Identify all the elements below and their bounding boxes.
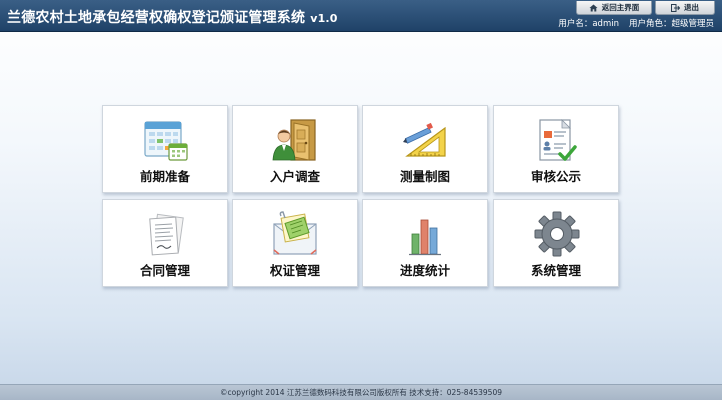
footer-copyright: ©copyright 2014 江苏兰德数码科技有限公司版权所有 技术支持：02… <box>0 384 722 400</box>
review-document-check-icon <box>539 119 577 161</box>
module-label: 前期准备 <box>139 169 190 184</box>
module-tile-household-survey[interactable]: 入户调查 <box>232 105 358 193</box>
module-tile-progress-statistics[interactable]: 进度统计 <box>362 199 488 287</box>
logout-icon <box>671 3 680 12</box>
contract-papers-icon <box>149 213 184 256</box>
gear-icon <box>534 211 580 257</box>
module-label: 测量制图 <box>399 169 450 184</box>
module-tile-review-publicity[interactable]: 审核公示 <box>493 105 619 193</box>
module-label: 审核公示 <box>530 169 581 184</box>
logout-button-label: 退出 <box>684 3 699 12</box>
survey-mapping-triangle-icon <box>403 122 446 157</box>
module-label: 系统管理 <box>530 263 581 278</box>
bar-chart-icon <box>409 219 441 256</box>
user-role-label: 用户角色：超级管理员 <box>628 19 714 29</box>
module-tile-contract-management[interactable]: 合同管理 <box>102 199 228 287</box>
top-bar: 兰德农村土地承包经营权确权登记颁证管理系统 v1.0 返回主界面 退出 用户名：a… <box>0 0 722 32</box>
module-label: 进度统计 <box>399 263 450 278</box>
module-label: 入户调查 <box>269 169 320 184</box>
home-button[interactable]: 返回主界面 <box>576 1 652 15</box>
planning-calendar-icon <box>144 121 188 161</box>
module-tile-planning[interactable]: 前期准备 <box>102 105 228 193</box>
app-version: v1.0 <box>310 12 338 25</box>
user-info: 用户名：admin 用户角色：超级管理员 <box>548 17 714 29</box>
module-tile-certificate-management[interactable]: 权证管理 <box>232 199 358 287</box>
household-survey-door-icon <box>272 119 316 161</box>
home-button-label: 返回主界面 <box>601 3 640 12</box>
module-tile-survey-mapping[interactable]: 测量制图 <box>362 105 488 193</box>
logout-button[interactable]: 退出 <box>655 1 715 15</box>
certificate-envelope-icon <box>273 211 317 255</box>
username-label: 用户名：admin <box>558 19 619 29</box>
app-title-text: 兰德农村土地承包经营权确权登记颁证管理系统 <box>7 10 306 26</box>
home-icon <box>589 4 598 11</box>
module-label: 合同管理 <box>139 263 190 278</box>
module-label: 权证管理 <box>269 263 320 278</box>
module-tile-system-management[interactable]: 系统管理 <box>493 199 619 287</box>
app-title: 兰德农村土地承包经营权确权登记颁证管理系统 v1.0 <box>7 7 338 27</box>
